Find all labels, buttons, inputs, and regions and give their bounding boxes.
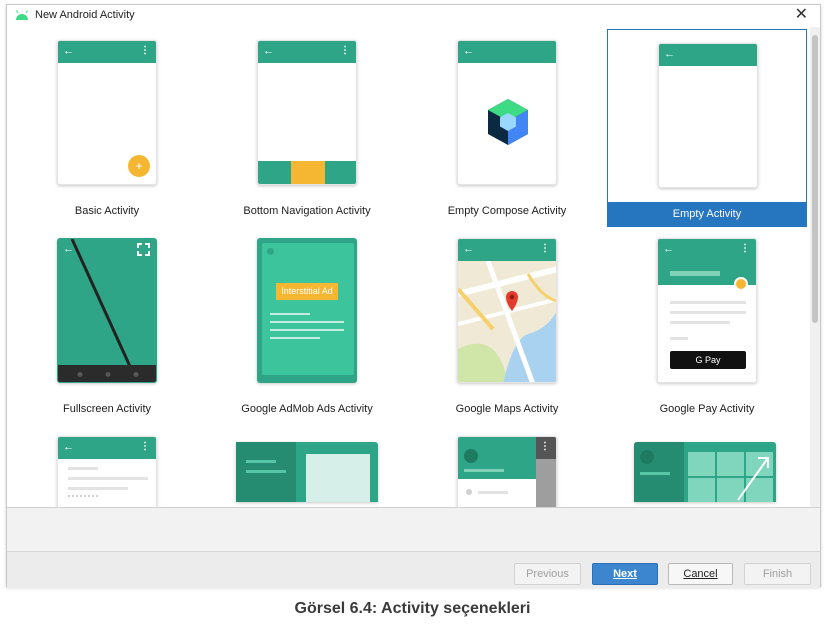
previous-button[interactable]: Previous <box>514 563 581 585</box>
preview-google-pay: ← ⋮ G Pay <box>657 238 757 383</box>
title-bar: New Android Activity ✕ <box>7 5 820 27</box>
jetpack-compose-logo-icon <box>488 99 528 145</box>
close-icon[interactable]: ✕ <box>795 6 808 24</box>
template-google-pay-activity[interactable]: ← ⋮ G Pay Google Pay Activity <box>607 225 807 423</box>
template-label: Basic Activity <box>74 205 140 217</box>
preview-google-maps: ← ⋮ <box>457 238 557 383</box>
preview-basic-activity: ← ⋮ + <box>57 40 157 185</box>
preview-tablet-grid <box>634 442 776 502</box>
back-arrow-icon: ← <box>63 441 74 453</box>
finish-button[interactable]: Finish <box>744 563 811 585</box>
template-label: Google Maps Activity <box>455 403 559 415</box>
google-pay-button: G Pay <box>670 351 746 369</box>
preview-fullscreen: ← <box>57 238 157 383</box>
interstitial-ad-badge: Interstitial Ad <box>276 283 338 300</box>
template-gallery: ← ⋮ + Basic Activity ← ⋮ Bottom Navigation… <box>7 27 812 507</box>
template-label: Google Pay Activity <box>659 403 755 415</box>
template-basic-activity[interactable]: ← ⋮ + Basic Activity <box>7 27 207 225</box>
preview-tablet <box>236 442 378 502</box>
template-empty-activity[interactable]: ← Empty Activity <box>607 29 807 227</box>
template-label: Empty Activity <box>608 202 806 227</box>
next-button[interactable]: Next <box>592 563 658 585</box>
template-label: Fullscreen Activity <box>62 403 152 415</box>
badge-icon <box>734 277 748 291</box>
template-row3-item-4[interactable] <box>607 423 807 507</box>
overflow-menu-icon: ⋮ <box>540 441 550 452</box>
android-icon <box>16 10 28 20</box>
fullscreen-icon <box>137 243 150 256</box>
vertical-scrollbar[interactable] <box>810 27 820 507</box>
template-label: Bottom Navigation Activity <box>243 205 371 217</box>
scrollbar-thumb[interactable] <box>812 35 818 323</box>
preview-bottom-navigation: ← ⋮ <box>257 40 357 185</box>
back-arrow-icon: ← <box>63 45 74 57</box>
overflow-menu-icon: ⋮ <box>140 441 150 452</box>
overflow-menu-icon: ⋮ <box>740 243 750 254</box>
back-arrow-icon: ← <box>663 243 674 255</box>
preview-admob: Interstitial Ad <box>257 238 357 383</box>
template-bottom-navigation-activity[interactable]: ← ⋮ Bottom Navigation Activity <box>207 27 407 225</box>
template-google-admob-ads-activity[interactable]: Interstitial Ad Google AdMob Ads Activit… <box>207 225 407 423</box>
next-button-label: Next <box>613 568 637 580</box>
preview-empty-activity: ← <box>658 43 758 188</box>
preview-list: ← ⋮ <box>57 436 157 507</box>
template-row3-item-2[interactable] <box>207 423 407 507</box>
back-arrow-icon: ← <box>463 243 474 255</box>
template-row3-item-1[interactable]: ← ⋮ <box>7 423 207 507</box>
figure-caption: Görsel 6.4: Activity seçenekleri <box>294 600 531 617</box>
bottom-nav-bar <box>258 161 356 184</box>
fab-icon: + <box>128 155 150 177</box>
template-label: Google AdMob Ads Activity <box>241 403 373 415</box>
description-area <box>7 508 820 551</box>
dialog-footer: Previous Next Cancel Finish <box>7 551 820 588</box>
preview-empty-compose: ← <box>457 40 557 185</box>
cancel-button[interactable]: Cancel <box>668 563 733 585</box>
back-arrow-icon: ← <box>63 243 74 255</box>
back-arrow-icon: ← <box>463 45 474 57</box>
back-arrow-icon: ← <box>664 48 675 60</box>
template-label: Empty Compose Activity <box>447 205 567 217</box>
back-arrow-icon: ← <box>263 45 274 57</box>
template-row3-item-3[interactable]: ⋮ <box>407 423 607 507</box>
preview-navigation-drawer: ⋮ <box>457 436 557 507</box>
template-empty-compose-activity[interactable]: ← Empty Compose Activity <box>407 27 607 225</box>
template-fullscreen-activity[interactable]: ← Fullscreen Activity <box>7 225 207 423</box>
window-title: New Android Activity <box>35 9 135 21</box>
map-illustration <box>458 239 556 382</box>
template-google-maps-activity[interactable]: ← ⋮ Google Maps Activity <box>407 225 607 423</box>
new-activity-dialog: New Android Activity ✕ ← ⋮ + Basic Activi… <box>6 4 821 588</box>
cancel-button-label: Cancel <box>683 568 718 580</box>
overflow-menu-icon: ⋮ <box>140 45 150 56</box>
overflow-menu-icon: ⋮ <box>540 243 550 254</box>
overflow-menu-icon: ⋮ <box>340 45 350 56</box>
